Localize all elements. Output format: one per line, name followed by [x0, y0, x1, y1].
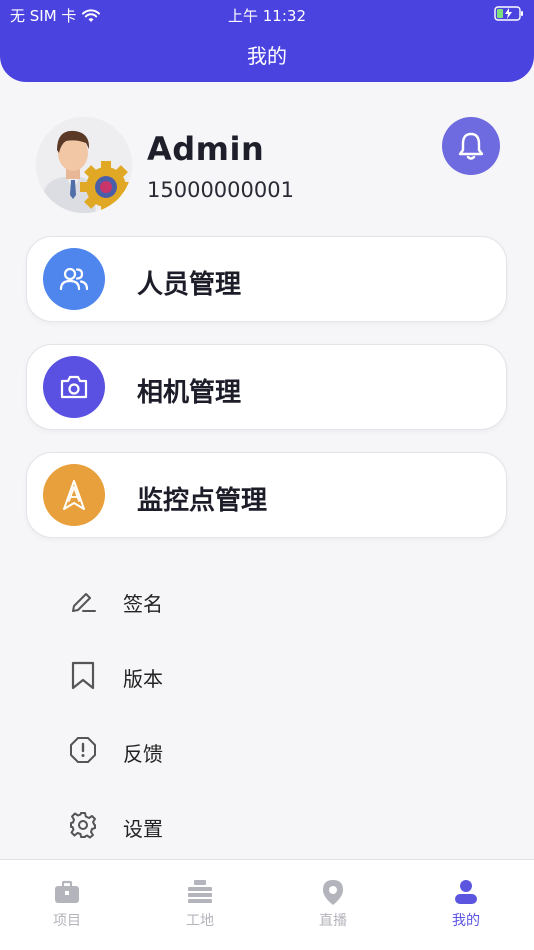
menu-item-label: 版本	[123, 667, 163, 691]
tab-label: 直播	[319, 913, 347, 929]
menu-item-settings[interactable]: 设置	[68, 804, 368, 844]
card-icon-bg	[43, 248, 105, 310]
camera-icon	[60, 375, 88, 399]
user-name: Admin	[147, 130, 265, 168]
bookmark-icon	[71, 661, 95, 690]
bottom-tab-bar: 项目 工地 直播 我的	[0, 859, 534, 950]
menu-item-version[interactable]: 版本	[68, 654, 368, 694]
location-pin-icon	[323, 880, 343, 905]
card-monitor-point-management[interactable]: 监控点管理	[26, 452, 507, 538]
person-icon	[455, 880, 477, 904]
notification-button[interactable]	[442, 117, 500, 175]
top-header: 无 SIM 卡 上午 11:32 我的	[0, 0, 534, 82]
monitor-point-icon	[63, 480, 85, 510]
site-icon	[188, 880, 212, 903]
menu-item-label: 签名	[123, 592, 163, 616]
battery-charging-icon	[494, 6, 523, 21]
tab-label: 工地	[186, 913, 214, 929]
tab-site[interactable]: 工地	[145, 878, 255, 934]
card-label: 相机管理	[137, 378, 242, 408]
briefcase-icon	[55, 880, 79, 903]
card-camera-management[interactable]: 相机管理	[26, 344, 507, 430]
card-icon-bg	[43, 356, 105, 418]
admin-avatar-icon	[36, 117, 132, 213]
status-bar: 无 SIM 卡 上午 11:32	[0, 0, 534, 28]
page-title: 我的	[247, 44, 287, 68]
avatar[interactable]	[36, 117, 132, 213]
alert-octagon-icon	[70, 737, 96, 763]
tab-label: 我的	[452, 913, 480, 929]
users-icon	[59, 267, 89, 291]
menu-item-label: 反馈	[123, 742, 163, 766]
card-icon-bg	[43, 464, 105, 526]
tab-mine[interactable]: 我的	[411, 878, 521, 934]
card-personnel-management[interactable]: 人员管理	[26, 236, 507, 322]
tab-live[interactable]: 直播	[278, 878, 388, 934]
tab-projects[interactable]: 项目	[12, 878, 122, 934]
pen-icon	[72, 593, 96, 612]
clock: 上午 11:32	[228, 7, 306, 25]
card-label: 人员管理	[137, 270, 242, 300]
card-label: 监控点管理	[137, 486, 268, 516]
menu-item-label: 设置	[123, 817, 163, 841]
user-phone: 15000000001	[147, 178, 294, 202]
bell-icon	[458, 132, 484, 160]
menu-item-signature[interactable]: 签名	[68, 579, 368, 619]
menu-item-feedback[interactable]: 反馈	[68, 729, 368, 769]
gear-icon	[70, 812, 96, 839]
tab-label: 项目	[53, 913, 81, 929]
